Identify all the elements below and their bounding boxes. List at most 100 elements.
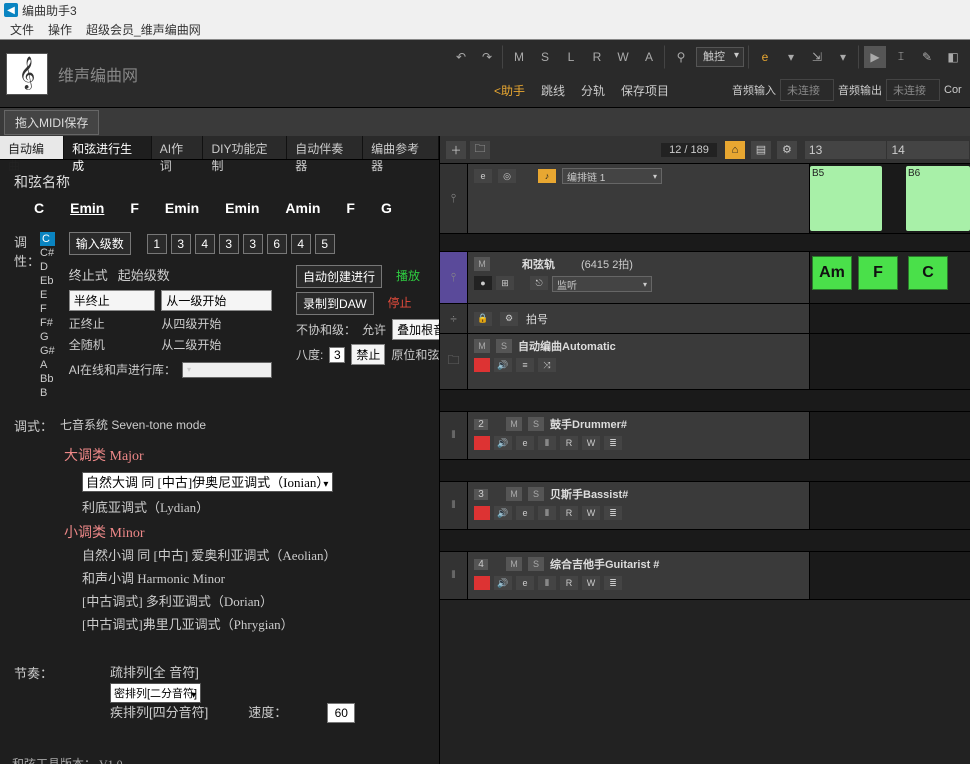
mode-aeolian[interactable]: 自然小调 同 [中古] 爱奥利亚调式（Aeolian） xyxy=(82,546,425,566)
track-lane[interactable] xyxy=(810,412,970,459)
mute-button[interactable]: M xyxy=(474,257,490,271)
target-icon[interactable]: ◎ xyxy=(498,169,516,183)
key-list[interactable]: C C# D Eb E F F# G G# A Bb B xyxy=(40,232,55,400)
key-e[interactable]: E xyxy=(40,288,55,302)
menu-icon[interactable]: ≣ xyxy=(604,436,622,450)
nav-jump[interactable]: 跳线 xyxy=(533,82,573,99)
route-icon[interactable]: ⎋ xyxy=(530,276,548,290)
clip-b6[interactable]: B6 xyxy=(906,166,970,231)
mute-button[interactable]: M xyxy=(508,46,530,68)
deg-1[interactable]: 1 xyxy=(147,234,167,254)
e-icon[interactable]: e xyxy=(516,436,534,450)
menu-file[interactable]: 文件 xyxy=(10,21,34,38)
from-4-button[interactable]: 从四级开始 xyxy=(161,315,272,332)
shuffle-icon[interactable]: ⤨ xyxy=(538,358,556,372)
tab-ai-lyric[interactable]: AI作词 xyxy=(152,136,204,159)
deg-7[interactable]: 4 xyxy=(291,234,311,254)
rhythm-sparse[interactable]: 疏排列[全 音符] xyxy=(110,663,355,683)
tab-auto-accomp[interactable]: 自动伴奏器 xyxy=(287,136,363,159)
mode-lydian[interactable]: 利底亚调式（Lydian） xyxy=(82,498,425,518)
deg-4[interactable]: 3 xyxy=(219,234,239,254)
key-f[interactable]: F xyxy=(40,302,55,316)
solo-button[interactable]: S xyxy=(528,557,544,571)
rec-button[interactable] xyxy=(474,506,490,520)
solo-button[interactable]: S xyxy=(534,46,556,68)
track-lane[interactable]: B5 B6 xyxy=(810,164,970,233)
auto-build-button[interactable]: 自动创建进行 xyxy=(296,265,382,288)
gear-icon[interactable]: ⚙ xyxy=(777,141,797,159)
rand-end-button[interactable]: 全随机 xyxy=(69,336,156,353)
track-handle[interactable]: 🗀 xyxy=(440,334,468,389)
undo-icon[interactable]: ↶ xyxy=(450,46,472,68)
redo-icon[interactable]: ↷ xyxy=(476,46,498,68)
key-fsharp[interactable]: F# xyxy=(40,316,55,330)
octave-input[interactable]: 3 xyxy=(329,347,345,363)
r-icon[interactable]: R xyxy=(560,576,578,590)
clip-b5[interactable]: B5 xyxy=(810,166,882,231)
chord-clip-am[interactable]: Am xyxy=(812,256,852,290)
list-icon[interactable]: ▤ xyxy=(751,141,771,159)
rec-button[interactable] xyxy=(474,358,490,372)
deg-3[interactable]: 4 xyxy=(195,234,215,254)
tab-auto-arrange[interactable]: 自动编曲 xyxy=(0,136,64,159)
speaker-icon[interactable]: 🔊 xyxy=(494,358,512,372)
w-icon[interactable]: W xyxy=(582,436,600,450)
nav-save[interactable]: 保存项目 xyxy=(613,82,677,99)
magnet-icon[interactable]: ⚲ xyxy=(670,46,692,68)
key-d[interactable]: D xyxy=(40,260,55,274)
l-button[interactable]: L xyxy=(560,46,582,68)
piano-icon[interactable]: ⦀ xyxy=(538,576,556,590)
menu-edit[interactable]: 操作 xyxy=(48,21,72,38)
add-track-icon[interactable]: ＋ xyxy=(446,141,466,159)
draw-tool-icon[interactable]: ✎ xyxy=(916,46,938,68)
key-c[interactable]: C xyxy=(40,232,55,246)
ai-lib-dropdown[interactable] xyxy=(182,362,272,378)
track-lane[interactable] xyxy=(810,304,970,333)
track-lane[interactable] xyxy=(810,334,970,389)
track-handle[interactable]: ⦀ xyxy=(440,412,468,459)
tab-arr-ref[interactable]: 编曲参考器 xyxy=(363,136,439,159)
home-icon[interactable]: ⌂ xyxy=(725,141,745,159)
chord-clip-f[interactable]: F xyxy=(858,256,898,290)
nav-assist[interactable]: <助手 xyxy=(486,82,533,99)
key-b[interactable]: B xyxy=(40,386,55,400)
half-end-button[interactable]: 半终止 xyxy=(69,290,156,311)
r-button[interactable]: R xyxy=(586,46,608,68)
track-handle[interactable]: ⦀ xyxy=(440,552,468,599)
e-icon[interactable]: e xyxy=(516,576,534,590)
folder-icon[interactable]: 🗀 xyxy=(470,141,490,159)
track-lane[interactable] xyxy=(810,552,970,599)
w-button[interactable]: W xyxy=(612,46,634,68)
deg-2[interactable]: 3 xyxy=(171,234,191,254)
chord-clip-c[interactable]: C xyxy=(908,256,948,290)
solo-button[interactable]: S xyxy=(528,487,544,501)
w-icon[interactable]: W xyxy=(582,576,600,590)
mode-phrygian[interactable]: [中古调式]弗里几亚调式（Phrygian） xyxy=(82,615,425,635)
lines-icon[interactable]: ≡ xyxy=(516,358,534,372)
key-eb[interactable]: Eb xyxy=(40,274,55,288)
audio-in-field[interactable]: 未连接 xyxy=(780,79,834,101)
from-1-button[interactable]: 从一级开始 xyxy=(161,290,272,311)
tab-diy[interactable]: DIY功能定制 xyxy=(203,136,287,159)
e-icon[interactable]: e xyxy=(516,506,534,520)
expand-icon[interactable]: ⇲ xyxy=(806,46,828,68)
erase-tool-icon[interactable]: ◧ xyxy=(942,46,964,68)
piano-icon[interactable]: ⦀ xyxy=(538,506,556,520)
dropdown-icon[interactable]: ▾ xyxy=(832,46,854,68)
speaker-icon[interactable]: 🔊 xyxy=(494,576,512,590)
arranger-chain-dropdown[interactable]: 编排链 1 xyxy=(562,168,662,184)
track-handle[interactable]: ÷ xyxy=(440,304,468,333)
menu-member[interactable]: 超级会员_维声编曲网 xyxy=(86,21,201,38)
chord-lane[interactable]: Am F C xyxy=(810,252,970,303)
mute-button[interactable]: M xyxy=(506,557,522,571)
dropdown-icon[interactable]: ▾ xyxy=(780,46,802,68)
rhythm-fast[interactable]: 疾排列[四分音符] xyxy=(110,703,208,723)
deg-6[interactable]: 6 xyxy=(267,234,287,254)
e-icon[interactable]: e xyxy=(474,169,492,183)
forbid-button[interactable]: 禁止 xyxy=(351,344,385,365)
solo-button[interactable]: S xyxy=(496,339,512,353)
rec-icon[interactable]: ● xyxy=(474,276,492,290)
rec-button[interactable] xyxy=(474,576,490,590)
nav-split[interactable]: 分轨 xyxy=(573,82,613,99)
mute-button[interactable]: M xyxy=(474,339,490,353)
